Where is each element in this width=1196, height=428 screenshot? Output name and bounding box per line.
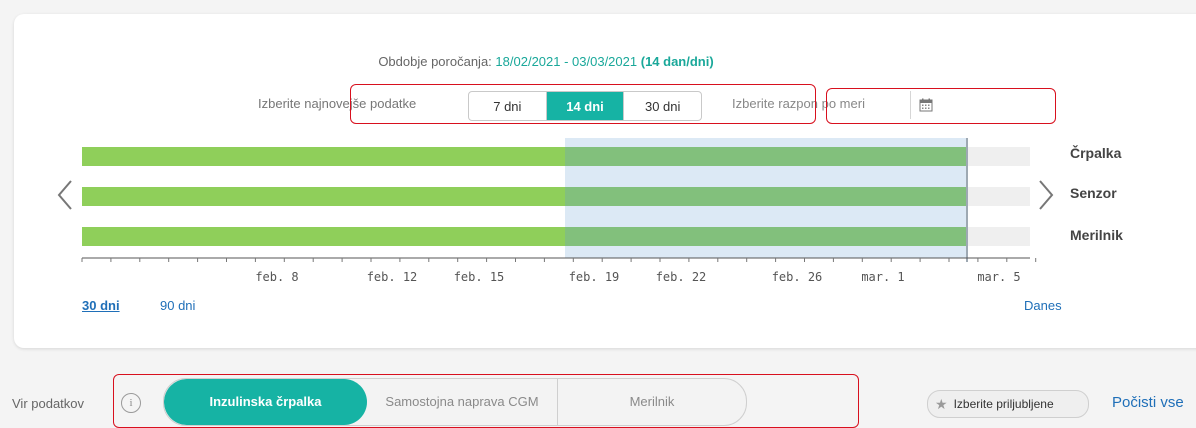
axis-tick-labels: feb. 8 feb. 12 feb. 15 feb. 19 feb. 22 f… — [255, 270, 1020, 284]
row-label-pump: Črpalka — [1070, 145, 1122, 161]
data-source-label: Vir podatkov — [12, 396, 85, 411]
data-source-selector: Inzulinska črpalka Samostojna naprava CG… — [163, 378, 747, 426]
tick-label: feb. 15 — [454, 270, 505, 284]
tick-label: feb. 19 — [569, 270, 620, 284]
meter-bar — [82, 227, 565, 246]
next-arrow-button[interactable] — [1036, 178, 1056, 217]
tick-label: feb. 8 — [255, 270, 298, 284]
axis-minor-ticks — [81, 258, 1037, 262]
data-availability-timeline: feb. 8 feb. 12 feb. 15 feb. 19 feb. 22 f… — [81, 138, 1037, 284]
info-icon[interactable]: i — [121, 393, 141, 413]
tick-label: mar. 1 — [861, 270, 904, 284]
star-icon: ★ — [935, 395, 948, 412]
row-label-sensor: Senzor — [1070, 185, 1117, 201]
row-label-meter: Merilnik — [1070, 227, 1123, 243]
meter-bar-selected — [565, 227, 967, 246]
sensor-bar-selected — [565, 187, 967, 206]
source-cgm-device[interactable]: Samostojna naprava CGM — [367, 379, 558, 425]
timeline-bars — [82, 147, 1030, 246]
view-90-days-link[interactable]: 90 dni — [160, 298, 195, 313]
tick-label: feb. 26 — [772, 270, 823, 284]
source-insulin-pump[interactable]: Inzulinska črpalka — [164, 379, 367, 425]
view-30-days-link[interactable]: 30 dni — [82, 298, 120, 313]
tick-label: feb. 12 — [367, 270, 418, 284]
clear-all-link[interactable]: Počisti vse — [1112, 394, 1184, 411]
today-link[interactable]: Danes — [1024, 298, 1062, 313]
chevron-left-icon — [57, 180, 72, 210]
pump-bar — [82, 147, 565, 166]
chevron-right-icon — [1039, 180, 1054, 210]
select-favorites-button[interactable]: ★ Izberite priljubljene — [927, 390, 1089, 418]
select-favorites-label: Izberite priljubljene — [953, 397, 1054, 411]
pump-bar-selected — [565, 147, 967, 166]
sensor-bar — [82, 187, 565, 206]
tick-label: feb. 22 — [656, 270, 707, 284]
tick-label: mar. 5 — [977, 270, 1020, 284]
source-meter[interactable]: Merilnik — [558, 379, 746, 425]
previous-arrow-button[interactable] — [55, 178, 75, 217]
